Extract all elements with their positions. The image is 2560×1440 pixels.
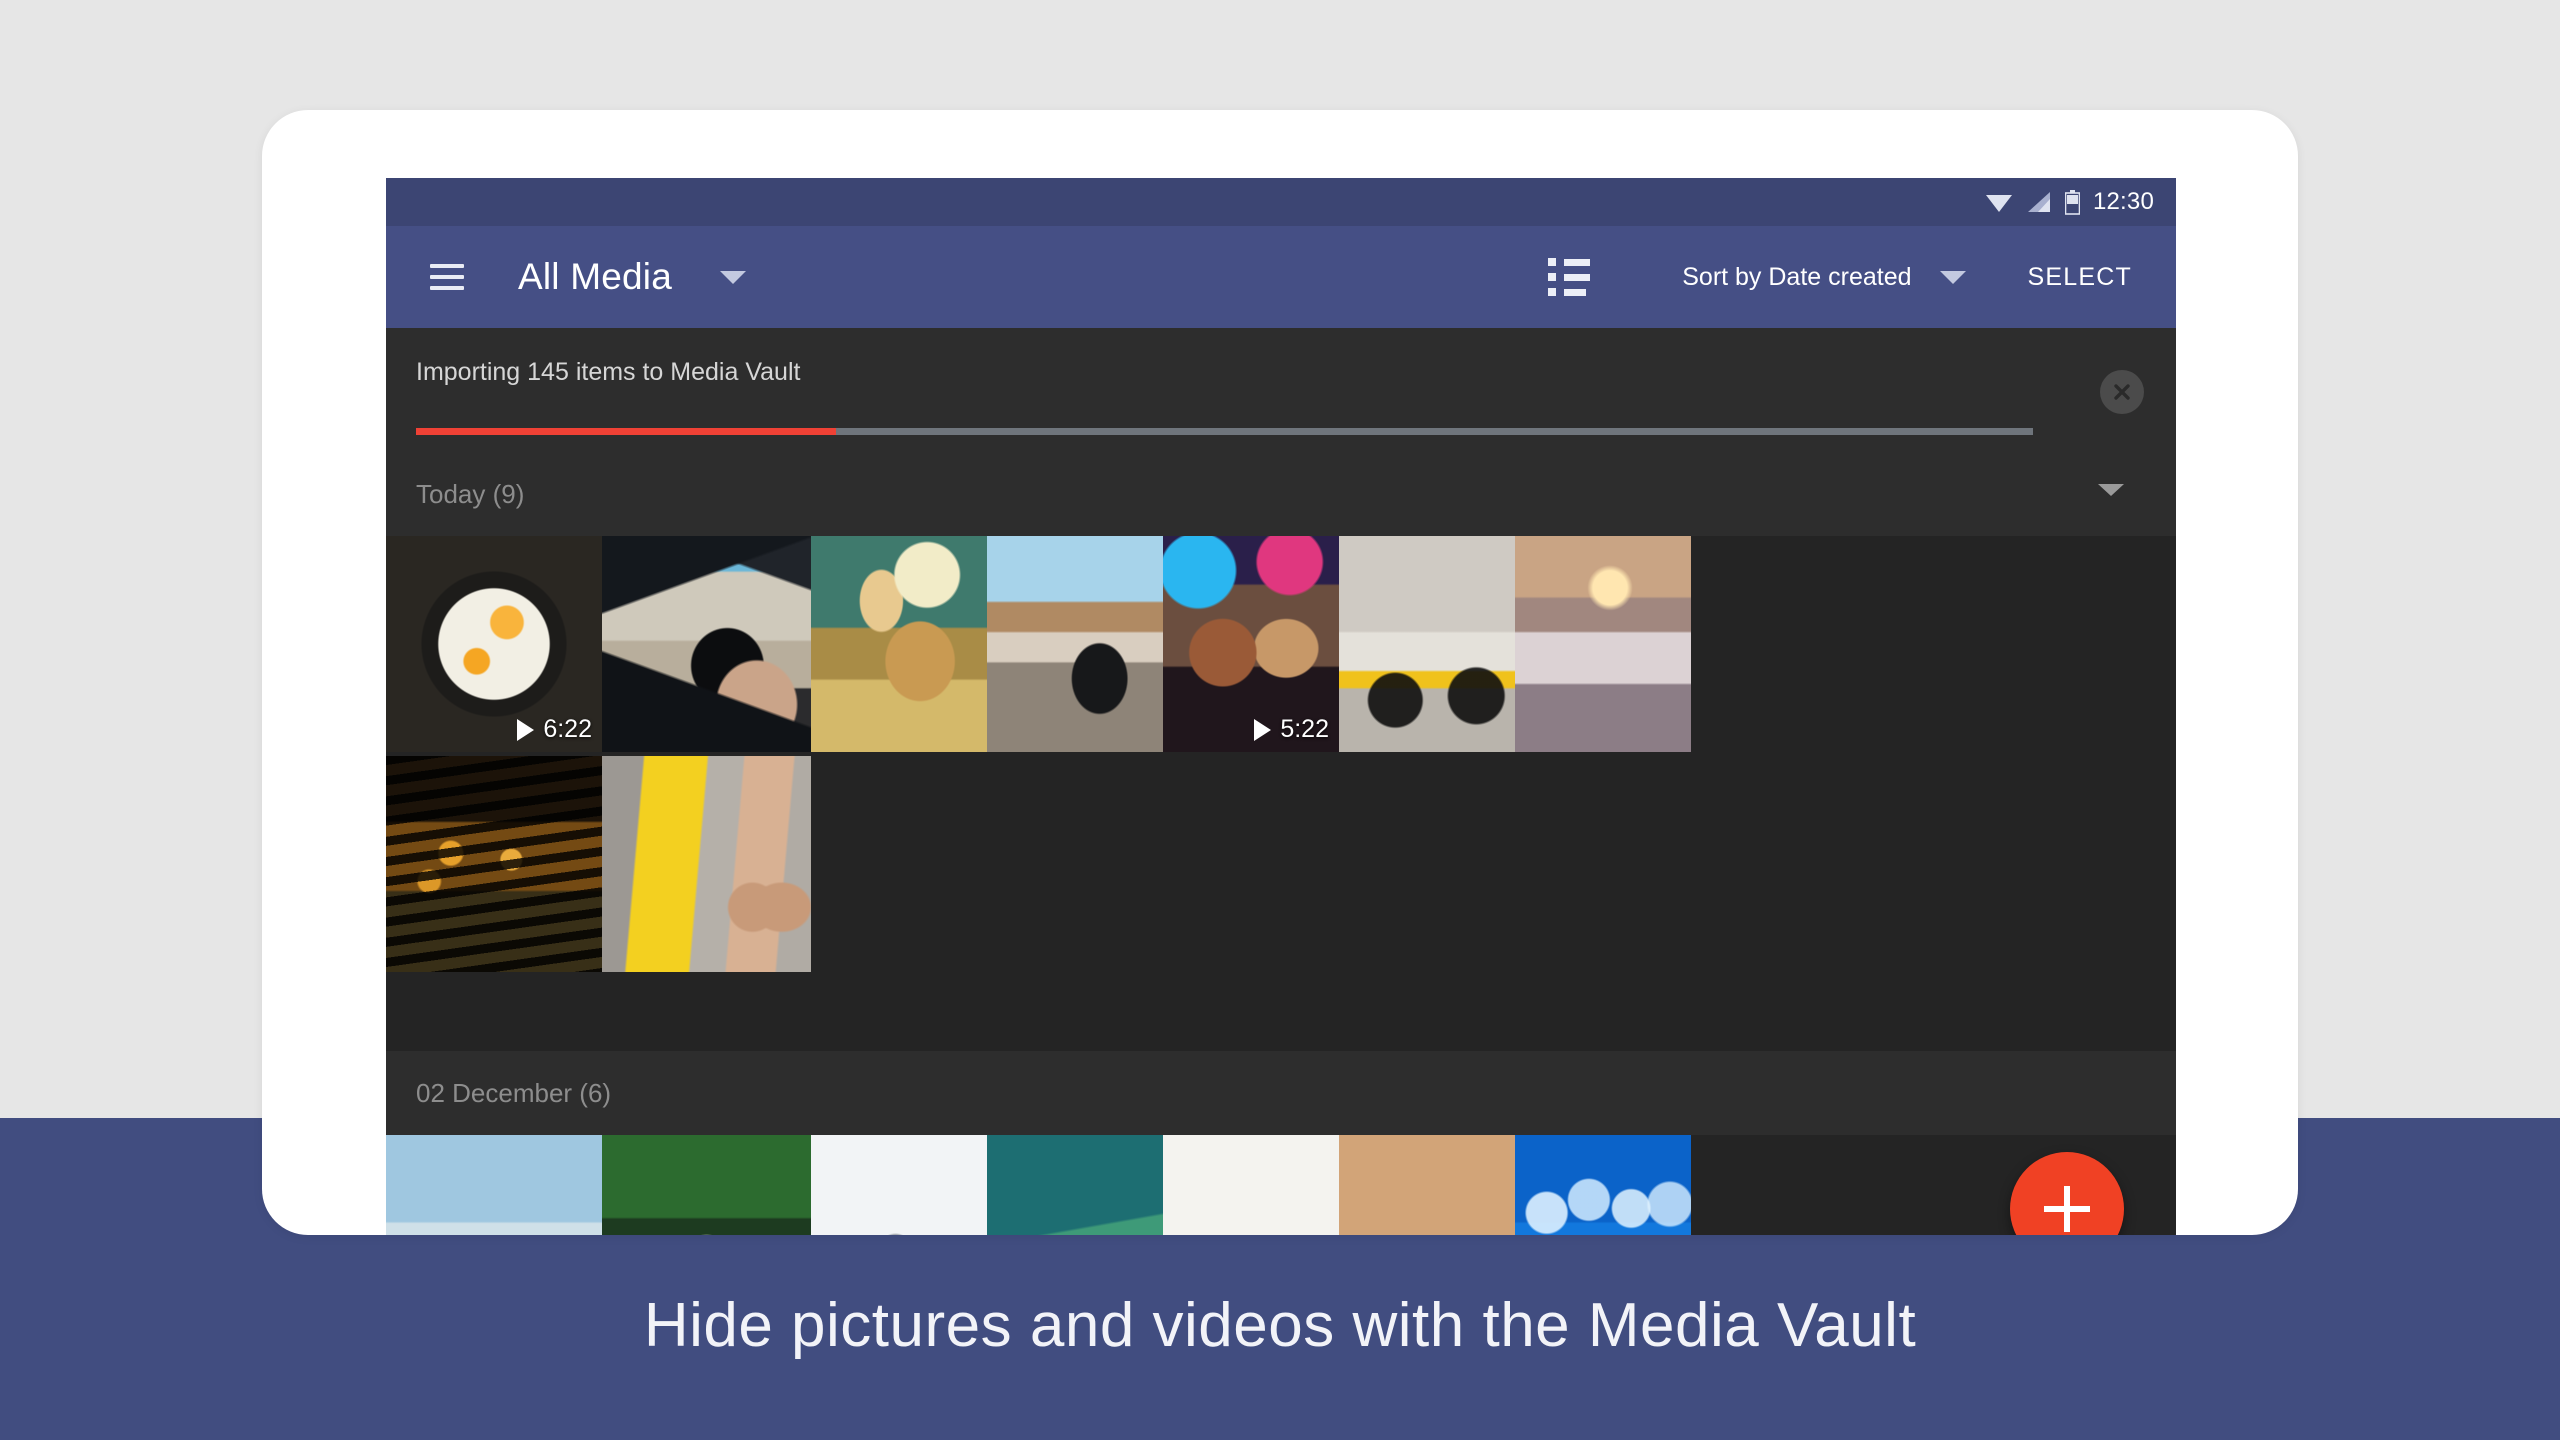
thumb-night-blinds[interactable]	[386, 756, 602, 972]
thumb-white-fog[interactable]	[811, 1135, 987, 1235]
promo-caption: Hide pictures and videos with the Media …	[0, 1290, 2560, 1361]
import-progress-banner: Importing 145 items to Media Vault	[386, 328, 2176, 452]
thumb-bicycle-woman[interactable]	[1339, 536, 1515, 752]
section-title: 02 December (6)	[416, 1078, 611, 1109]
video-duration-badge: 5:22	[1254, 715, 1329, 744]
select-button[interactable]: SELECT	[2028, 263, 2132, 292]
close-circle-icon[interactable]	[2100, 370, 2144, 414]
cellular-signal-icon	[2026, 191, 2052, 213]
play-icon	[1254, 719, 1271, 741]
status-bar-clock: 12:30	[2093, 188, 2154, 216]
import-status-text: Importing 145 items to Media Vault	[416, 358, 800, 387]
section-header-december[interactable]: 02 December (6)	[386, 1051, 2176, 1135]
tablet-device-frame: 12:30 All Media Sort by Date created SEL…	[262, 110, 2298, 1235]
thumb-party-women[interactable]: 5:22	[1163, 536, 1339, 752]
gallery-row: 6:22 5:22	[386, 536, 2176, 752]
app-bar: All Media Sort by Date created SELECT	[386, 226, 2176, 328]
chevron-down-icon[interactable]	[1940, 271, 1966, 284]
battery-icon	[2065, 190, 2080, 215]
thumb-green-graphic[interactable]	[602, 1135, 811, 1235]
import-progress-fill	[416, 428, 836, 435]
list-view-icon[interactable]	[1548, 258, 1590, 296]
thumb-fried-eggs[interactable]: 6:22	[386, 536, 602, 752]
thumb-dog-beach[interactable]	[987, 536, 1163, 752]
thumb-car-window-legs[interactable]	[602, 536, 811, 752]
thumb-blue-bokeh[interactable]	[1515, 1135, 1691, 1235]
page-title: All Media	[518, 256, 672, 298]
status-bar: 12:30	[386, 178, 2176, 226]
hamburger-menu-icon[interactable]	[430, 264, 464, 290]
device-screen: 12:30 All Media Sort by Date created SEL…	[386, 178, 2176, 1235]
thumb-guitar-girl[interactable]	[811, 536, 987, 752]
thumb-sky-clouds[interactable]	[386, 1135, 602, 1235]
chevron-down-icon[interactable]	[720, 271, 746, 284]
plus-icon	[2064, 1186, 2070, 1232]
gallery-row	[386, 756, 2176, 972]
video-duration-text: 5:22	[1280, 715, 1329, 744]
media-gallery: 6:22 5:22	[386, 536, 2176, 1235]
chevron-down-icon[interactable]	[2098, 484, 2124, 496]
video-duration-badge: 6:22	[517, 715, 592, 744]
play-icon	[517, 719, 534, 741]
thumb-lemon-slice[interactable]	[987, 1135, 1163, 1235]
gallery-row	[386, 1135, 2176, 1235]
sort-dropdown-label[interactable]: Sort by Date created	[1682, 263, 1911, 292]
section-title: Today (9)	[416, 479, 524, 510]
section-header-today[interactable]: Today (9)	[386, 452, 2176, 536]
import-progress-track	[416, 428, 2033, 435]
video-duration-text: 6:22	[543, 715, 592, 744]
thumb-strawberries[interactable]	[1163, 1135, 1339, 1235]
wifi-icon	[1985, 191, 2013, 213]
thumb-sunset-sea[interactable]	[1515, 536, 1691, 752]
thumb-surfboard-legs[interactable]	[602, 756, 811, 972]
thumb-salad-bowl[interactable]	[1339, 1135, 1515, 1235]
